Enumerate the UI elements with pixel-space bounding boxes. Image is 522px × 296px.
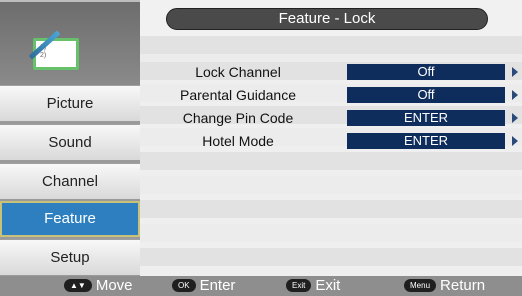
parental-guidance-value[interactable]: Off (347, 87, 505, 103)
settings-panel: Lock Channel Off Parental Guidance Off C… (140, 36, 522, 276)
lock-channel-value[interactable]: Off (347, 64, 505, 80)
hint-exit-label: Exit (315, 277, 341, 294)
sidebar: 1) 2) Picture Sound Channel Feature Setu… (0, 0, 140, 276)
updown-key-icon: ▲▼ (64, 278, 92, 292)
page-title: Feature - Lock (166, 8, 488, 30)
sidebar-item-setup[interactable]: Setup (0, 239, 140, 275)
chevron-right-icon[interactable] (512, 136, 518, 146)
sidebar-item-feature[interactable]: Feature (0, 201, 140, 237)
row-stripe (140, 152, 522, 170)
row-stripe (140, 176, 522, 194)
hint-move-label: Move (95, 277, 133, 294)
menu-logo: 1) 2) (0, 0, 140, 85)
chevron-right-icon[interactable] (512, 67, 518, 77)
sidebar-item-sound[interactable]: Sound (0, 124, 140, 160)
row-stripe (140, 36, 522, 54)
hint-exit: Exit Exit (286, 276, 340, 296)
ok-key-icon: OK (172, 278, 196, 292)
menu-key-icon: Menu (404, 278, 437, 292)
hint-enter: OK Enter (172, 276, 235, 296)
hotel-mode-label: Hotel Mode (202, 133, 274, 149)
chevron-right-icon[interactable] (512, 113, 518, 123)
lock-channel-label: Lock Channel (195, 64, 281, 80)
row-stripe (140, 224, 522, 242)
hint-move: ▲▼ Move (64, 276, 133, 296)
row-stripe (140, 248, 522, 266)
title-bar: Feature - Lock (140, 0, 522, 36)
bottom-hint-bar: ▲▼ Move OK Enter Exit Exit Menu Return (0, 276, 522, 296)
document-icon: 1) 2) (33, 38, 79, 70)
exit-key-icon: Exit (286, 278, 312, 292)
sidebar-item-picture[interactable]: Picture (0, 85, 140, 121)
chevron-right-icon[interactable] (512, 90, 518, 100)
row-stripe (140, 200, 522, 218)
document-line-2: 2) (40, 52, 47, 59)
hint-return-label: Return (440, 277, 486, 294)
hint-return: Menu Return (404, 276, 485, 296)
sidebar-item-channel[interactable]: Channel (0, 163, 140, 199)
hint-enter-label: Enter (199, 277, 236, 294)
hotel-mode-value[interactable]: ENTER (347, 133, 505, 149)
change-pin-code-value[interactable]: ENTER (347, 110, 505, 126)
tv-menu-screen: 1) 2) Picture Sound Channel Feature Setu… (0, 0, 522, 296)
parental-guidance-label: Parental Guidance (180, 87, 296, 103)
change-pin-code-label: Change Pin Code (182, 110, 294, 126)
